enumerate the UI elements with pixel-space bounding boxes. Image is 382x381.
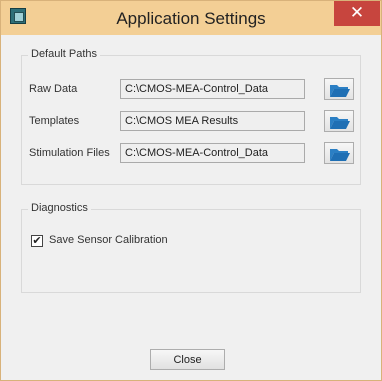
folder-open-icon (330, 149, 350, 161)
dialog-client-area: Default Paths Raw Data Templates Stimula… (9, 35, 373, 375)
diagnostics-group-title: Diagnostics (28, 202, 91, 214)
default-paths-group: Default Paths Raw Data Templates Stimula… (21, 48, 361, 185)
close-window-button[interactable]: ✕ (334, 1, 380, 26)
stimulation-files-label: Stimulation Files (29, 147, 110, 159)
checkmark-icon: ✔ (32, 235, 42, 247)
window-title: Application Settings (116, 9, 266, 28)
save-sensor-calibration-checkbox[interactable]: ✔ (31, 235, 43, 247)
settings-window: Application Settings ✕ Default Paths Raw… (0, 0, 382, 381)
title-bar[interactable]: Application Settings ✕ (1, 1, 381, 35)
templates-label: Templates (29, 115, 80, 127)
default-paths-group-title: Default Paths (28, 48, 101, 60)
raw-data-browse-button[interactable] (324, 78, 354, 100)
save-sensor-calibration-label[interactable]: Save Sensor Calibration (49, 234, 168, 246)
raw-data-path-input[interactable] (120, 79, 305, 99)
diagnostics-group: Diagnostics ✔ Save Sensor Calibration (21, 202, 361, 293)
templates-browse-button[interactable] (324, 110, 354, 132)
templates-path-input[interactable] (120, 111, 305, 131)
raw-data-label: Raw Data (29, 83, 78, 95)
close-button[interactable]: Close (150, 349, 225, 370)
close-icon: ✕ (349, 3, 365, 22)
stimulation-files-browse-button[interactable] (324, 142, 354, 164)
folder-open-icon (330, 85, 350, 97)
stimulation-files-path-input[interactable] (120, 143, 305, 163)
folder-open-icon (330, 117, 350, 129)
